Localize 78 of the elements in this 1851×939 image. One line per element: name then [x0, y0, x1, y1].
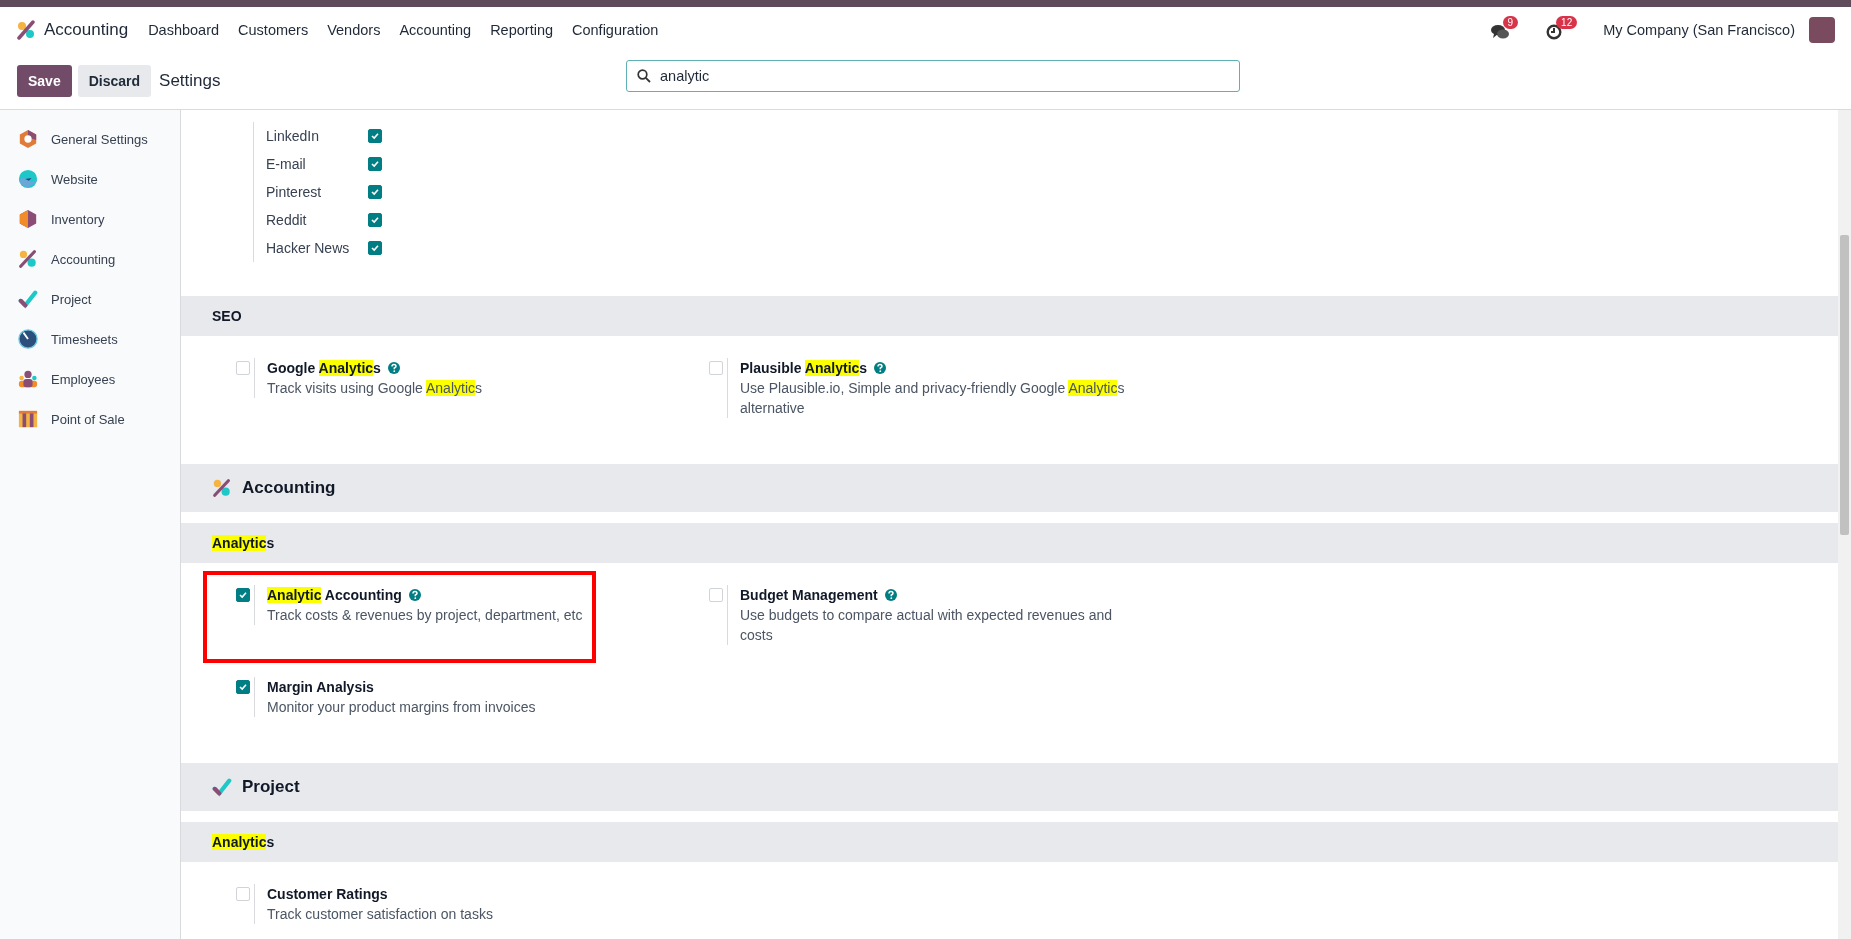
wave-circle-icon [18, 169, 38, 189]
menu-item[interactable]: Vendors [327, 22, 381, 38]
network-label: Hacker News [266, 240, 351, 256]
cube-icon [18, 209, 38, 229]
scrollbar[interactable] [1838, 110, 1851, 939]
checkmark-icon [212, 777, 232, 797]
setting-description: Use Plausible.io, Simple and privacy-friendly Google Analytics alternative [740, 379, 1126, 418]
sidebar-item[interactable]: Website [0, 159, 180, 199]
section-title: Project [242, 777, 300, 797]
search-field[interactable]: analytic [626, 60, 1240, 92]
message-count-badge: 9 [1502, 16, 1519, 29]
section-title: Accounting [242, 478, 336, 498]
checkmark-icon [371, 216, 379, 224]
sidebar-item[interactable]: Accounting [0, 239, 180, 279]
save-button[interactable]: Save [17, 65, 72, 97]
setting-title: Plausible Analytics [740, 359, 868, 378]
checkmark-icon [371, 188, 379, 196]
setting-title: Budget Management [740, 586, 878, 605]
activities-button[interactable]: 12 [1544, 14, 1578, 46]
percent-logo-icon[interactable] [16, 20, 36, 40]
checkbox[interactable] [236, 588, 250, 602]
checkbox[interactable] [236, 680, 250, 694]
checkmark-icon [371, 244, 379, 252]
checkbox[interactable] [368, 213, 382, 227]
breadcrumb: Settings [159, 71, 221, 91]
sidebar-item[interactable]: Inventory [0, 199, 180, 239]
clock-icon [1546, 24, 1563, 40]
setting-description: Use budgets to compare actual with expected revenues and costs [740, 606, 1113, 645]
network-label: LinkedIn [266, 128, 320, 144]
checkmark-icon [239, 683, 247, 691]
people-icon [18, 369, 38, 389]
sidebar-item[interactable]: General Settings [0, 119, 180, 159]
menu-item[interactable]: Dashboard [148, 22, 220, 38]
setting-description: Monitor your product margins from invoices [267, 698, 536, 717]
network-label: Pinterest [266, 184, 323, 200]
setting-description: Track costs & revenues by project, department, etc [267, 606, 583, 625]
group-title: Analytics [212, 535, 275, 551]
app-name-link[interactable]: Accounting [44, 20, 129, 40]
awning-icon [18, 409, 38, 429]
checkmark-icon [371, 132, 379, 140]
help-icon[interactable] [387, 362, 400, 374]
activity-count-badge: 12 [1556, 16, 1578, 29]
network-label: Reddit [266, 212, 308, 228]
checkmark-icon [371, 160, 379, 168]
hexagon-icon [18, 129, 38, 149]
menu-item[interactable]: Customers [238, 22, 309, 38]
search-icon [637, 69, 651, 83]
sidebar-item[interactable]: Project [0, 279, 180, 319]
help-icon[interactable] [884, 589, 897, 601]
menu-item[interactable]: Reporting [490, 22, 553, 38]
group-title: SEO [212, 308, 242, 324]
sidebar-item[interactable]: Timesheets [0, 319, 180, 359]
percent-logo-icon [18, 249, 38, 269]
company-switcher[interactable]: My Company (San Francisco) [1603, 22, 1795, 38]
checkbox[interactable] [368, 157, 382, 171]
sidebar-item[interactable]: Point of Sale [0, 399, 180, 439]
scrollbar-thumb[interactable] [1840, 235, 1849, 535]
menu-item[interactable]: Accounting [399, 22, 472, 38]
help-icon[interactable] [408, 589, 421, 601]
menu-item[interactable]: Configuration [572, 22, 659, 38]
percent-logo-icon [212, 478, 232, 498]
discard-button[interactable]: Discard [77, 65, 152, 97]
checkmark-icon [18, 289, 38, 309]
checkbox[interactable] [368, 241, 382, 255]
setting-description: Track customer satisfaction on tasks [267, 905, 493, 924]
dial-icon [18, 329, 38, 349]
network-label: E-mail [266, 156, 307, 172]
setting-title: Customer Ratings [267, 885, 388, 904]
messages-button[interactable]: 9 [1488, 14, 1519, 46]
checkbox[interactable] [368, 129, 382, 143]
sidebar-item[interactable]: Employees [0, 359, 180, 399]
checkmark-icon [239, 591, 247, 599]
help-icon[interactable] [874, 362, 887, 374]
chat-bubbles-icon [1490, 24, 1509, 40]
group-title: Analytics [212, 834, 275, 850]
setting-title: Analytic Accounting [267, 586, 402, 605]
setting-title: Margin Analysis [267, 678, 374, 697]
checkbox[interactable] [368, 185, 382, 199]
